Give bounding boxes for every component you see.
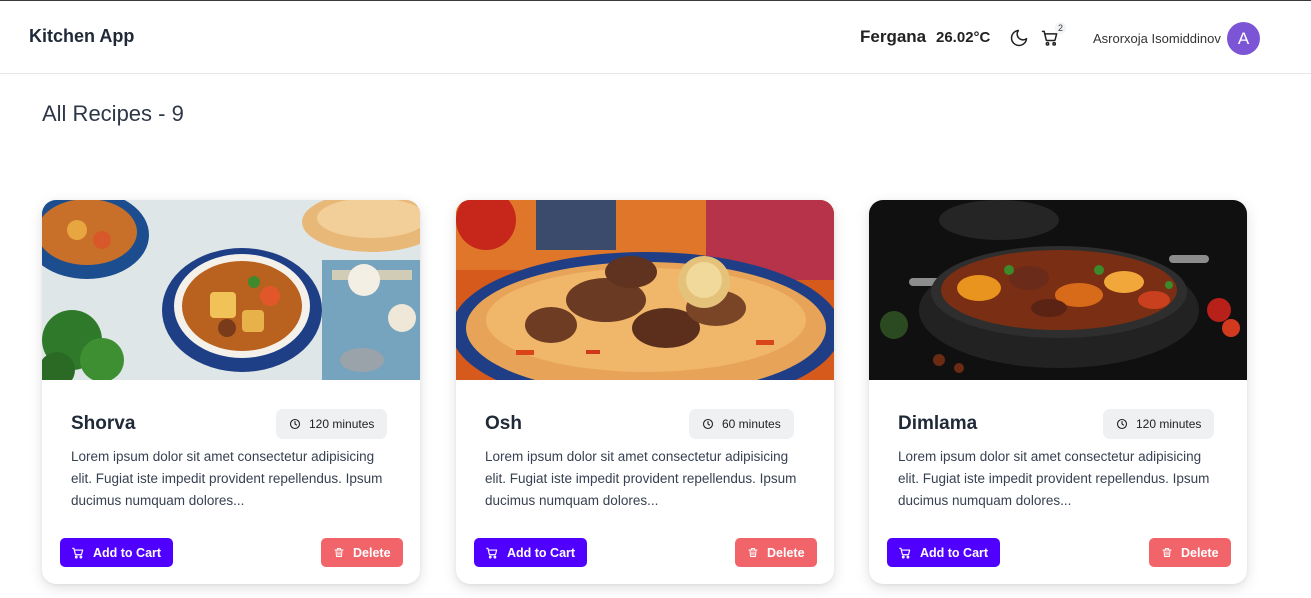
clock-icon <box>289 418 301 430</box>
recipe-description: Lorem ipsum dolor sit amet consectetur a… <box>485 449 797 508</box>
delete-button[interactable]: Delete <box>735 538 817 567</box>
recipe-title: Shorva <box>71 413 136 434</box>
trash-icon <box>1162 548 1172 557</box>
cart-count-badge: 2 <box>1055 22 1067 34</box>
add-to-cart-label: Add to Cart <box>93 545 162 560</box>
delete-label: Delete <box>1181 545 1219 560</box>
cart-icon <box>899 547 911 558</box>
page-title: All Recipes - 9 <box>42 101 184 126</box>
clock-icon <box>702 418 714 430</box>
cooking-time-badge: 120 minutes <box>276 409 388 439</box>
cooking-time-label: 60 minutes <box>722 417 781 431</box>
delete-button[interactable]: Delete <box>1149 538 1231 567</box>
clock-icon <box>1116 418 1128 430</box>
recipe-card: Shorva 120 minutes Lorem ipsum dolor sit… <box>42 200 420 584</box>
weather-temperature: 26.02°C <box>936 29 991 46</box>
add-to-cart-button[interactable]: Add to Cart <box>474 538 588 567</box>
recipe-description: Lorem ipsum dolor sit amet consectetur a… <box>898 449 1210 508</box>
add-to-cart-label: Add to Cart <box>507 545 576 560</box>
delete-label: Delete <box>767 545 805 560</box>
moon-icon[interactable] <box>1009 28 1029 48</box>
cart-icon <box>72 547 84 558</box>
brand-title[interactable]: Kitchen App <box>29 26 134 47</box>
recipe-title: Dimlama <box>898 413 978 434</box>
cart-icon <box>486 547 498 558</box>
recipe-image <box>456 200 834 380</box>
navbar: Kitchen App Fergana 26.02°C 2 Asrorxoja … <box>0 1 1311 74</box>
recipe-title: Osh <box>485 413 522 434</box>
delete-button[interactable]: Delete <box>321 538 403 567</box>
cooking-time-label: 120 minutes <box>1136 417 1202 431</box>
trash-icon <box>748 548 758 557</box>
recipe-image <box>869 200 1247 380</box>
user-name: Asrorxoja Isomiddinov <box>1093 31 1221 46</box>
add-to-cart-label: Add to Cart <box>920 545 989 560</box>
add-to-cart-button[interactable]: Add to Cart <box>887 538 1001 567</box>
recipe-card: Osh 60 minutes Lorem ipsum dolor sit ame… <box>456 200 834 584</box>
recipe-image <box>42 200 420 380</box>
cooking-time-badge: 120 minutes <box>1103 409 1215 439</box>
cooking-time-label: 120 minutes <box>309 417 375 431</box>
cooking-time-badge: 60 minutes <box>689 409 794 439</box>
recipe-description: Lorem ipsum dolor sit amet consectetur a… <box>71 449 383 508</box>
avatar[interactable]: A <box>1227 22 1260 55</box>
delete-label: Delete <box>353 545 391 560</box>
weather-city: Fergana <box>860 27 927 46</box>
recipe-card: Dimlama 120 minutes Lorem ipsum dolor si… <box>869 200 1247 584</box>
add-to-cart-button[interactable]: Add to Cart <box>60 538 174 567</box>
trash-icon <box>334 548 344 557</box>
